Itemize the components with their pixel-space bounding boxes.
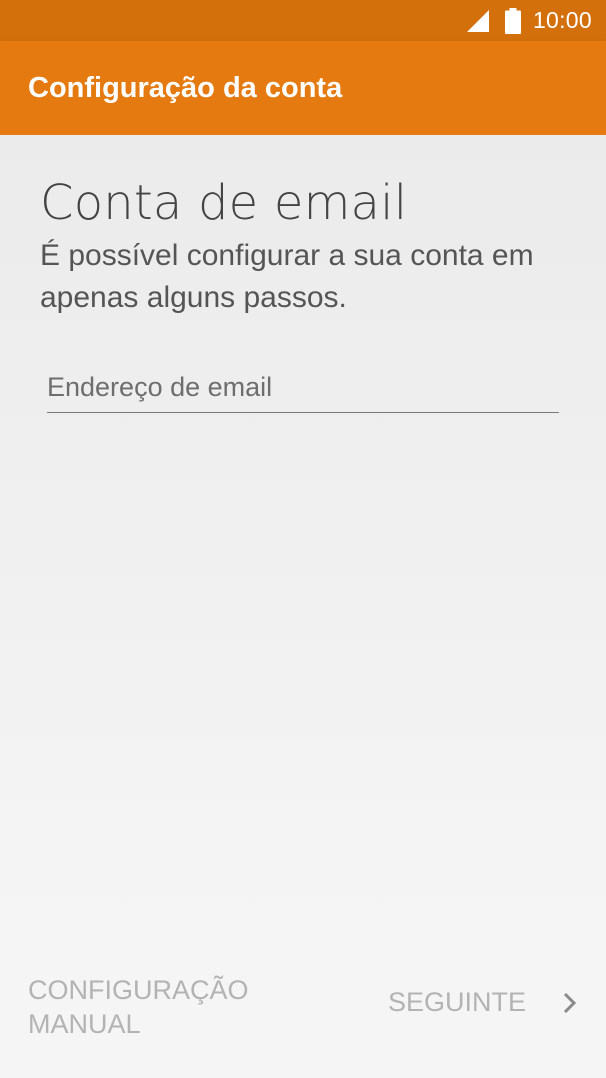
app-bar: Configuração da conta	[0, 41, 606, 135]
content-area: Conta de email É possível configurar a s…	[0, 135, 606, 935]
signal-icon	[466, 9, 489, 32]
next-button-label: SEGUINTE	[387, 987, 526, 1017]
chevron-right-icon	[563, 992, 577, 1013]
email-input[interactable]	[47, 363, 559, 412]
status-time: 10:00	[532, 7, 592, 33]
app-title: Configuração da conta	[28, 71, 343, 104]
battery-icon	[504, 7, 521, 34]
screen: 10:00 Configuração da conta Conta de ema…	[0, 0, 606, 1078]
status-bar: 10:00	[0, 0, 606, 41]
email-field[interactable]	[47, 363, 559, 413]
bottom-nav-bar: CONFIGURAÇÃO MANUAL SEGUINTE	[0, 935, 606, 1078]
page-description: É possível configurar a sua conta em ape…	[40, 239, 534, 314]
next-button[interactable]: SEGUINTE	[388, 987, 578, 1018]
manual-setup-button[interactable]: CONFIGURAÇÃO MANUAL	[28, 973, 288, 1041]
page-heading: Conta de email	[40, 175, 408, 231]
